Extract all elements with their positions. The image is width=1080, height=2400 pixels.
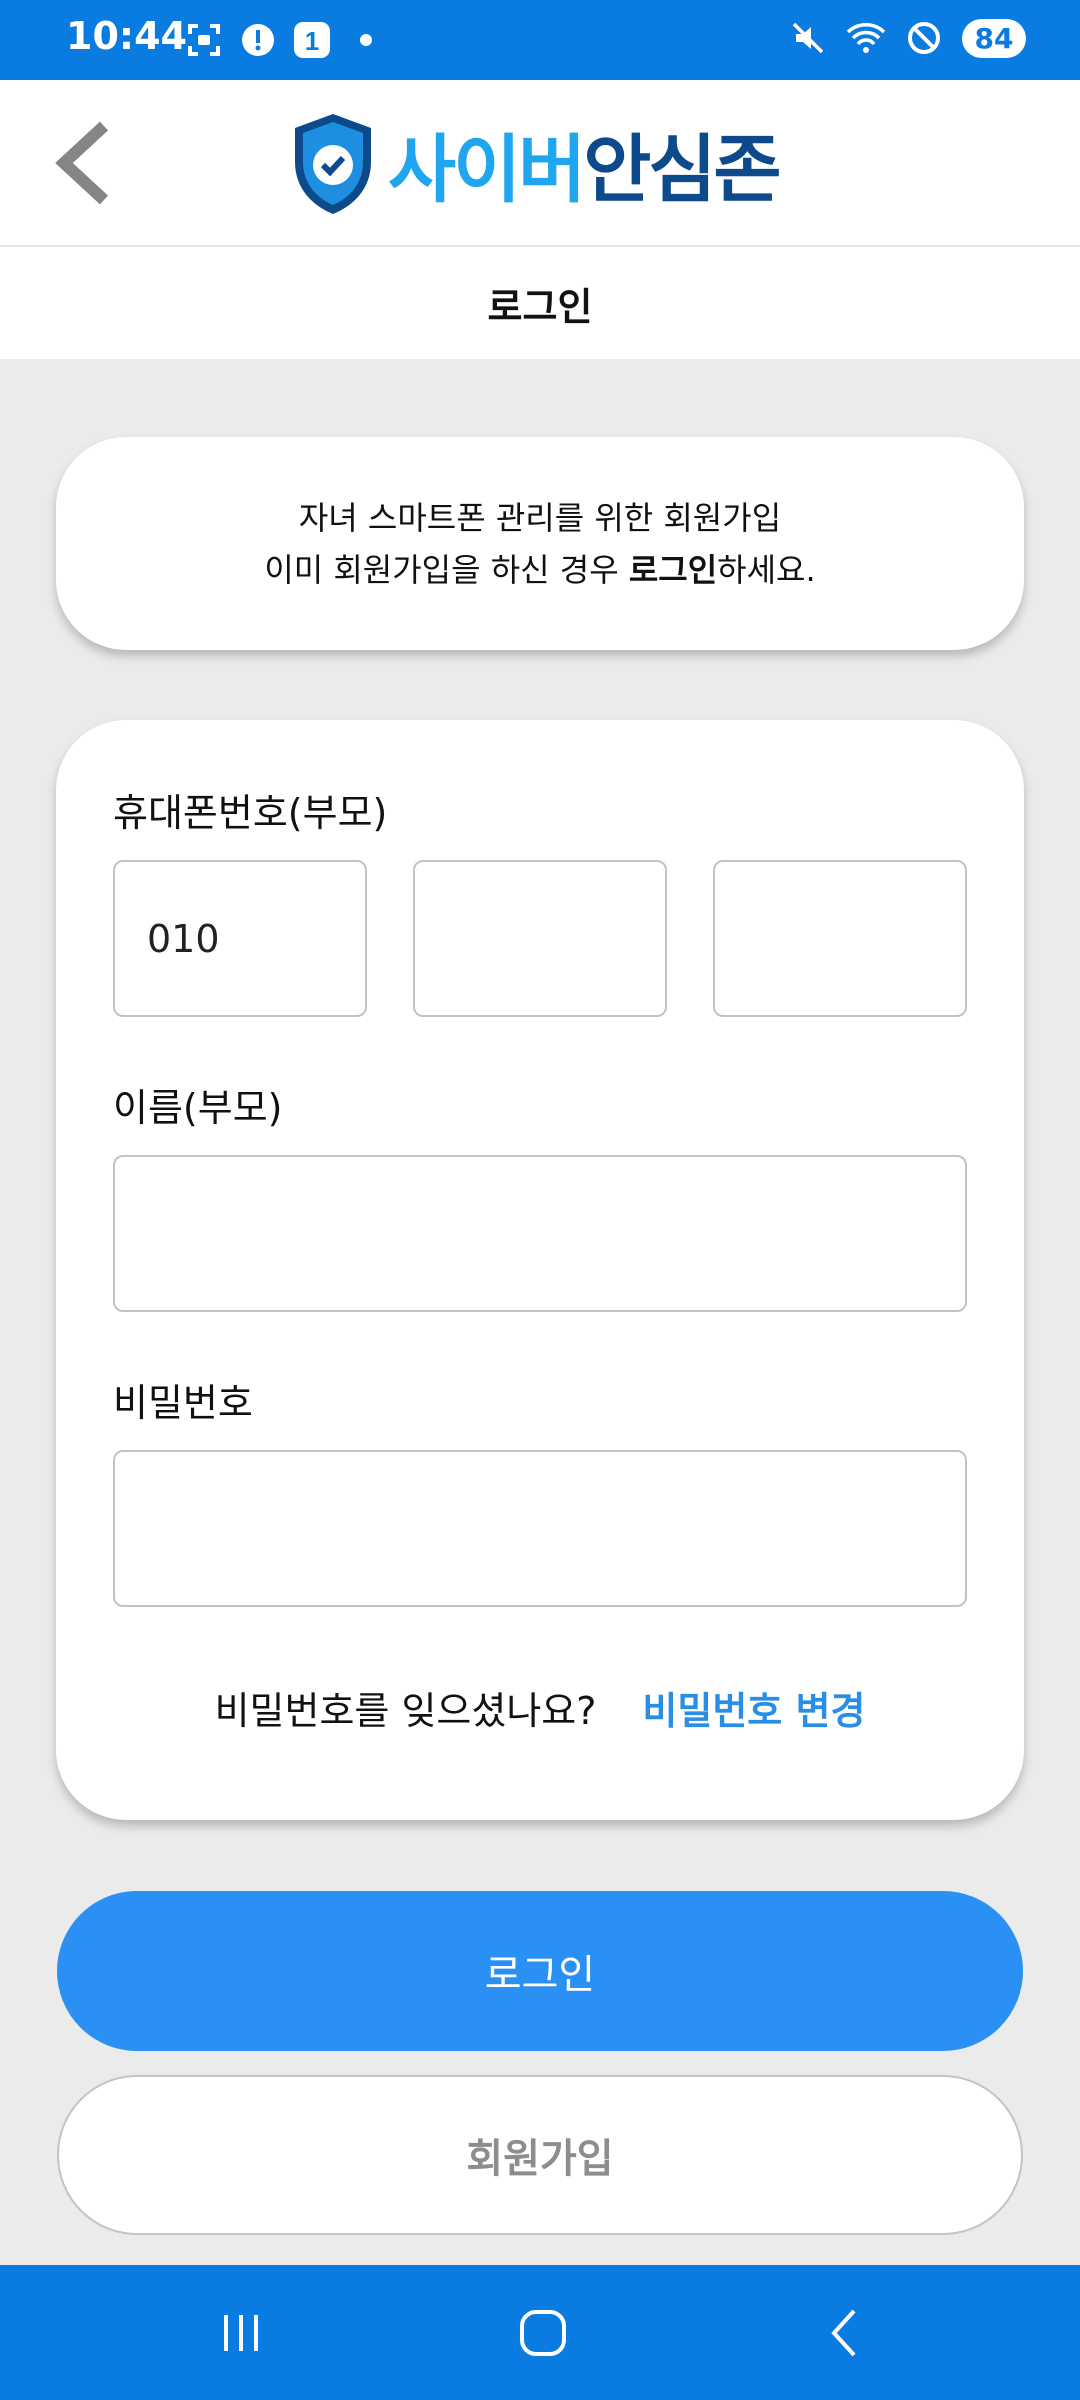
screenshot-icon [184, 20, 224, 60]
logo-text-part1: 사이버 [388, 127, 586, 213]
back-button[interactable] [52, 118, 122, 208]
recent-apps-icon [224, 2315, 258, 2351]
back-arrow-icon [55, 121, 109, 205]
info-line-2: 이미 회원가입을 하신 경우 로그인하세요. [264, 544, 815, 596]
alert-icon [238, 20, 278, 60]
do-not-disturb-icon [904, 18, 944, 58]
forgot-password-text: 비밀번호를 잊으셨나요? [214, 1689, 597, 1733]
logo-text-part2: 안심존 [583, 127, 781, 213]
mute-icon [788, 18, 828, 58]
battery-level: 84 [962, 18, 1026, 58]
name-label: 이름(부모) [113, 1086, 283, 1130]
page-title-bar: 로그인 [0, 247, 1080, 359]
forgot-password-row: 비밀번호를 잊으셨나요? 비밀번호 변경 [56, 1680, 1024, 1735]
phone-last-input[interactable] [713, 860, 967, 1017]
name-input[interactable] [113, 1155, 967, 1312]
phone-middle-input[interactable] [413, 860, 667, 1017]
login-form-card: 휴대폰번호(부모) 010 이름(부모) 비밀번호 비밀번호를 잊으셨나요? 비… [56, 720, 1024, 1820]
home-icon [520, 2310, 566, 2356]
nav-back-button[interactable] [810, 2303, 880, 2363]
dot-icon [346, 20, 386, 60]
nav-back-icon [831, 2309, 856, 2357]
login-button[interactable]: 로그인 [57, 1891, 1023, 2051]
app-header: 사이버안심존 [0, 80, 1080, 247]
info-login-emphasis: 로그인 [628, 550, 718, 589]
status-right-icons: 84 [788, 18, 1026, 58]
notification-count: 1 [305, 26, 319, 56]
notification-badge-icon: 1 [292, 20, 332, 60]
status-time: 10:44 [66, 14, 187, 58]
logo-text: 사이버안심존 [388, 110, 782, 217]
phone-prefix-input[interactable]: 010 [113, 860, 367, 1017]
home-button[interactable] [508, 2303, 578, 2363]
signup-button[interactable]: 회원가입 [57, 2075, 1023, 2235]
wifi-icon [846, 18, 886, 58]
info-card: 자녀 스마트폰 관리를 위한 회원가입 이미 회원가입을 하신 경우 로그인하세… [56, 437, 1024, 650]
status-left-icons: 1 [184, 20, 386, 60]
info-line-1: 자녀 스마트폰 관리를 위한 회원가입 [298, 498, 782, 537]
password-input[interactable] [113, 1450, 967, 1607]
change-password-link[interactable]: 비밀번호 변경 [642, 1680, 865, 1735]
info-line-2-prefix: 이미 회원가입을 하신 경우 [264, 550, 629, 589]
status-bar: 10:44 1 84 [0, 0, 1080, 80]
password-label: 비밀번호 [113, 1381, 253, 1425]
recent-apps-button[interactable] [206, 2303, 276, 2363]
app-logo: 사이버안심존 [292, 110, 782, 217]
phone-label: 휴대폰번호(부모) [113, 791, 388, 835]
system-nav-bar [0, 2265, 1080, 2400]
page-title: 로그인 [487, 284, 593, 329]
info-line-2-suffix: 하세요. [717, 550, 816, 589]
shield-check-icon [295, 113, 371, 214]
